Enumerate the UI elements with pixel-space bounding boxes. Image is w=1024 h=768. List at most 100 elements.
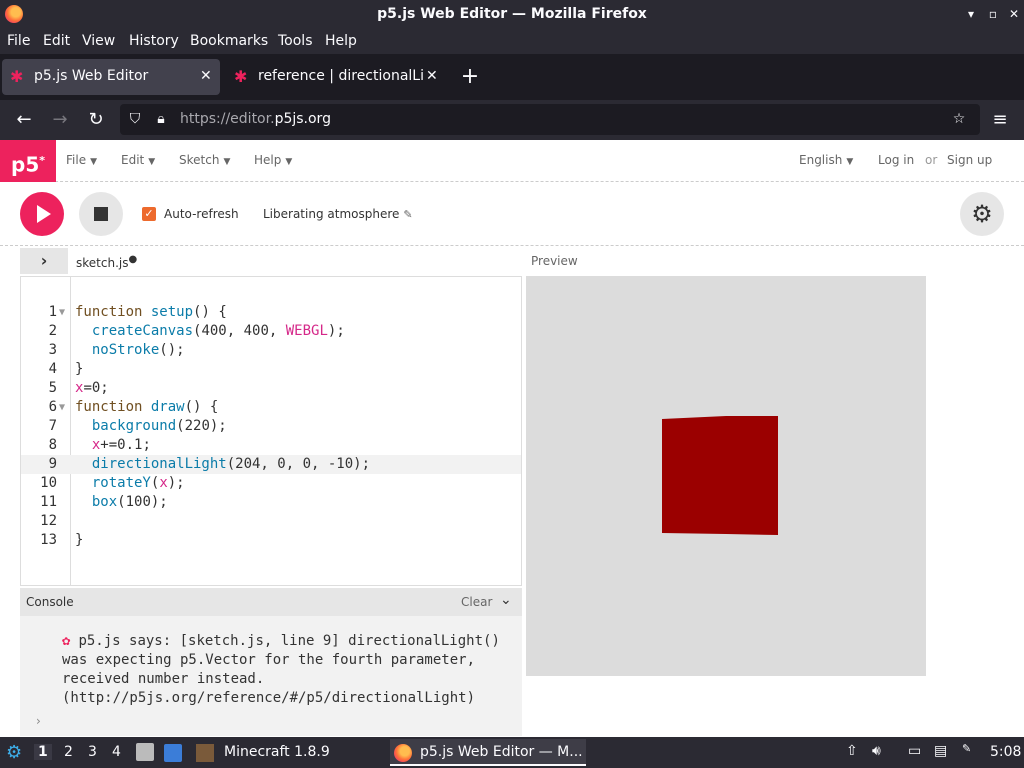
code-line[interactable]: 1 ▼ function setup() { — [21, 303, 521, 322]
taskbar-window-minecraft[interactable]: Minecraft 1.8.9 — [194, 739, 330, 766]
play-button[interactable] — [20, 192, 64, 236]
start-menu-icon[interactable]: ⚙ — [6, 742, 22, 763]
menu-edit[interactable]: Edit — [43, 33, 70, 49]
close-tab-icon[interactable]: ✕ — [426, 68, 438, 84]
code-line[interactable]: 4} — [21, 360, 521, 379]
close-tab-icon[interactable]: ✕ — [200, 68, 212, 84]
code-line[interactable]: 7 background(220); — [21, 417, 521, 436]
workspace-3[interactable]: 3 — [88, 744, 97, 760]
firefox-icon — [394, 744, 412, 762]
forward-arrow-icon[interactable]: → — [48, 108, 72, 132]
code-line[interactable]: 2 createCanvas(400, 400, WEBGL); — [21, 322, 521, 341]
code-text: createCanvas(400, 400, WEBGL); — [91, 323, 345, 339]
navigation-toolbar: ← → ↻ ⛉ 🔒︎ https://editor.p5js.org ☆ ≡ — [0, 100, 1024, 140]
tab-reference[interactable]: ✱ reference | directionalLig ✕ — [226, 59, 446, 95]
pencil-icon[interactable]: ✎ — [403, 208, 412, 221]
hamburger-menu-icon[interactable]: ≡ — [988, 108, 1012, 132]
volume-icon[interactable]: 🔊︎ — [872, 743, 881, 759]
system-taskbar: ⚙ 1 2 3 4 Minecraft 1.8.9 p5.js Web Edit… — [0, 737, 1024, 768]
taskbar-window-firefox[interactable]: p5.js Web Editor — M... — [390, 739, 586, 766]
notifications-icon[interactable]: ✎ — [962, 742, 971, 755]
menu-file[interactable]: File — [7, 33, 30, 49]
sketch-name[interactable]: Liberating atmosphere ✎ — [263, 207, 413, 221]
close-window-icon[interactable]: ✕ — [1006, 6, 1022, 22]
tab-p5-editor[interactable]: ✱ p5.js Web Editor ✕ — [2, 59, 220, 95]
workspace-4[interactable]: 4 — [112, 744, 121, 760]
p5-editor-nav: p5* File ▼ Edit ▼ Sketch ▼ Help ▼ English ▼ L… — [0, 140, 1024, 182]
file-header: › sketch.js● — [20, 248, 520, 274]
menu-tools[interactable]: Tools — [278, 33, 313, 49]
menu-history[interactable]: History — [129, 33, 179, 49]
line-number: 10 — [40, 475, 57, 491]
code-line[interactable]: 13} — [21, 531, 521, 550]
code-lines[interactable]: 1 ▼ function setup() {2 createCanvas(400, … — [21, 303, 521, 550]
upload-icon[interactable]: ⇧ — [846, 743, 858, 759]
stop-button[interactable] — [79, 192, 123, 236]
fold-arrow-icon[interactable]: ▼ — [59, 303, 65, 322]
lock-icon[interactable]: 🔒︎ — [152, 110, 170, 128]
url-bar[interactable]: ⛉ 🔒︎ https://editor.p5js.org ☆ — [120, 104, 980, 135]
reload-icon[interactable]: ↻ — [84, 108, 108, 132]
console-title: Console — [26, 595, 74, 609]
bookmark-star-icon[interactable]: ☆ — [950, 110, 968, 128]
chevron-down-icon: ▼ — [285, 157, 293, 167]
console-clear-button[interactable]: Clear — [461, 595, 492, 609]
menu-view[interactable]: View — [82, 33, 115, 49]
p5-menu-edit[interactable]: Edit ▼ — [121, 153, 155, 167]
console-prompt[interactable]: › — [36, 714, 41, 728]
menu-bookmarks[interactable]: Bookmarks — [190, 33, 268, 49]
code-text: box(100); — [91, 494, 168, 510]
file-manager-icon[interactable] — [136, 743, 154, 761]
flower-icon: ✿ — [62, 633, 71, 649]
sidebar-toggle-button[interactable]: › — [20, 248, 68, 274]
p5-menu-help[interactable]: Help ▼ — [254, 153, 292, 167]
line-number: 3 — [48, 342, 57, 358]
settings-button[interactable]: ⚙ — [960, 192, 1004, 236]
code-text: rotateY(x); — [91, 475, 185, 491]
preview-canvas[interactable] — [526, 276, 926, 676]
line-number: 2 — [48, 323, 57, 339]
code-line[interactable]: 8 x+=0.1; — [21, 436, 521, 455]
p5-menu-file[interactable]: File ▼ — [66, 153, 97, 167]
network-icon[interactable]: ▭ — [908, 743, 921, 759]
signup-link[interactable]: Sign up — [947, 153, 992, 167]
autorefresh-checkbox[interactable]: ✓ — [142, 207, 156, 221]
url-text[interactable]: https://editor.p5js.org — [180, 111, 331, 127]
tab-strip: ✱ p5.js Web Editor ✕ ✱ reference | direc… — [0, 54, 1024, 100]
workspace-2[interactable]: 2 — [64, 744, 73, 760]
workspace-1[interactable]: 1 — [34, 744, 52, 760]
maximize-icon[interactable]: ▫ — [985, 6, 1001, 22]
preview-label: Preview — [531, 254, 578, 268]
menu-help[interactable]: Help — [325, 33, 357, 49]
p5-logo[interactable]: p5* — [0, 140, 56, 182]
code-line[interactable]: 3 noStroke(); — [21, 341, 521, 360]
desktop-icon[interactable] — [164, 744, 182, 762]
box-left-face — [662, 416, 726, 534]
code-editor[interactable]: 1 ▼ function setup() {2 createCanvas(400, … — [20, 276, 522, 586]
code-line[interactable]: 9 directionalLight(204, 0, 0, -10); — [21, 455, 521, 474]
window-titlebar: p5.js Web Editor — Mozilla Firefox ▾ ▫ ✕ — [0, 0, 1024, 30]
line-number: 7 — [48, 418, 57, 434]
new-tab-icon[interactable]: + — [458, 62, 482, 92]
p5-menu-sketch[interactable]: Sketch ▼ — [179, 153, 230, 167]
line-number: 5 — [48, 380, 57, 396]
login-link[interactable]: Log in — [878, 153, 914, 167]
minecraft-icon — [196, 744, 214, 762]
code-line[interactable]: 10 rotateY(x); — [21, 474, 521, 493]
shield-icon[interactable]: ⛉ — [126, 110, 144, 128]
code-line[interactable]: 6 ▼ function draw() { — [21, 398, 521, 417]
minimize-icon[interactable]: ▾ — [963, 6, 979, 22]
clipboard-icon[interactable]: ▤ — [934, 743, 947, 759]
line-number: 11 — [40, 494, 57, 510]
code-line[interactable]: 12 — [21, 512, 521, 531]
code-line[interactable]: 11 box(100); — [21, 493, 521, 512]
language-selector[interactable]: English ▼ — [799, 153, 853, 167]
box-right-face — [726, 416, 778, 535]
code-text: } — [75, 361, 84, 377]
chevron-down-icon[interactable]: ⌄ — [500, 592, 512, 608]
code-text: background(220); — [91, 418, 227, 434]
code-line[interactable]: 5 x=0; — [21, 379, 521, 398]
fold-arrow-icon[interactable]: ▼ — [59, 398, 65, 417]
autorefresh-label: Auto-refresh — [164, 207, 239, 221]
back-arrow-icon[interactable]: ← — [12, 108, 36, 132]
